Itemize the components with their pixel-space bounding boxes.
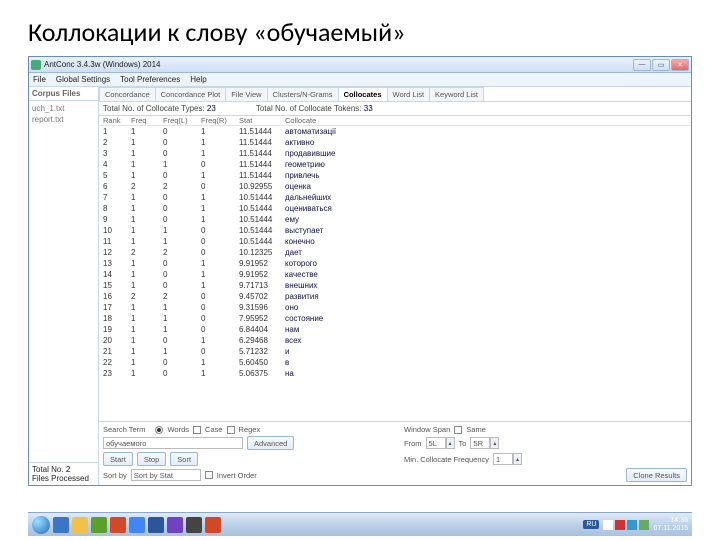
app-window: AntConc 3.4.3w (Windows) 2014 — ▭ ✕ File… <box>28 56 692 486</box>
clone-results-button[interactable]: Clone Results <box>626 468 687 482</box>
table-row[interactable]: 211105.71232и <box>103 346 687 357</box>
table-row[interactable]: 231015.06375на <box>103 368 687 379</box>
regex-checkbox[interactable] <box>227 426 235 434</box>
table-row[interactable]: 131019.91952которого <box>103 258 687 269</box>
tray-icon[interactable] <box>627 520 637 530</box>
to-input[interactable]: 5R <box>470 437 490 449</box>
min-freq-spinner[interactable]: ▴ <box>513 453 522 465</box>
words-radio[interactable] <box>155 426 163 434</box>
titlebar: AntConc 3.4.3w (Windows) 2014 — ▭ ✕ <box>29 57 691 73</box>
tray-icon[interactable] <box>603 520 613 530</box>
table-row[interactable]: 201016.29468всех <box>103 335 687 346</box>
corpus-file-list[interactable]: uch_1.txtreport.txt <box>29 101 98 462</box>
table-row[interactable]: 151019.71713внешних <box>103 280 687 291</box>
tray-icon[interactable] <box>615 520 625 530</box>
search-term-label: Search Term <box>103 425 145 434</box>
corpus-file[interactable]: report.txt <box>32 114 95 125</box>
clock[interactable]: 14:36 07.11.2015 <box>653 517 688 533</box>
stats-row: Total No. of Collocate Types: 23 Total N… <box>99 102 691 116</box>
table-row[interactable]: 1111010.51444конечно <box>103 236 687 247</box>
corpus-files-label: Corpus Files <box>32 89 95 98</box>
maximize-button[interactable]: ▭ <box>652 59 670 71</box>
taskbar-powerpoint-icon[interactable] <box>205 517 221 533</box>
menu-help[interactable]: Help <box>190 75 206 84</box>
slide-title: Коллокации к слову «обучаемый» <box>0 0 720 56</box>
same-checkbox[interactable] <box>454 426 462 434</box>
total-no-label: Total No. 2 <box>32 465 95 474</box>
tab-clusters-n-grams[interactable]: Clusters/N-Grams <box>267 87 339 101</box>
table-row[interactable]: 510111.51444привлечь <box>103 170 687 181</box>
sort-button[interactable]: Sort <box>170 452 198 466</box>
menubar: File Global Settings Tool Preferences Help <box>29 73 691 87</box>
advanced-button[interactable]: Advanced <box>247 436 294 450</box>
table-row[interactable]: 910110.51444ему <box>103 214 687 225</box>
app-icon <box>31 60 41 70</box>
from-spinner[interactable]: ▴ <box>446 437 455 449</box>
results-table[interactable]: 110111.51444автоматизації210111.51444акт… <box>99 126 691 421</box>
tool-tabs: ConcordanceConcordance PlotFile ViewClus… <box>99 87 691 102</box>
table-row[interactable]: 411011.51444геометрию <box>103 159 687 170</box>
taskbar-app-icon[interactable] <box>91 517 107 533</box>
table-row[interactable]: 221015.60450в <box>103 357 687 368</box>
tab-concordance[interactable]: Concordance <box>99 87 156 101</box>
column-headers: Rank Freq Freq(L) Freq(R) Stat Collocate <box>99 116 691 126</box>
invert-checkbox[interactable] <box>205 471 213 479</box>
taskbar-word-icon[interactable] <box>148 517 164 533</box>
taskbar-explorer-icon[interactable] <box>72 517 88 533</box>
table-row[interactable]: 191106.84404нам <box>103 324 687 335</box>
tab-collocates[interactable]: Collocates <box>338 87 388 101</box>
menu-file[interactable]: File <box>33 75 46 84</box>
table-row[interactable]: 710110.51444дальнейших <box>103 192 687 203</box>
table-row[interactable]: 181107.95952состояние <box>103 313 687 324</box>
table-row[interactable]: 810110.51444оцениваться <box>103 203 687 214</box>
menu-tool-preferences[interactable]: Tool Preferences <box>120 75 180 84</box>
stop-button[interactable]: Stop <box>137 452 166 466</box>
from-input[interactable]: 5L <box>426 437 446 449</box>
start-button[interactable]: Start <box>103 452 133 466</box>
tab-keyword-list[interactable]: Keyword List <box>429 87 484 101</box>
case-checkbox[interactable] <box>193 426 201 434</box>
search-input[interactable]: обучаемого <box>103 437 243 449</box>
min-freq-input[interactable]: 1 <box>493 453 513 465</box>
taskbar-ie-icon[interactable] <box>53 517 69 533</box>
controls-panel: Search Term Words Case Regex Window Span… <box>99 421 691 485</box>
taskbar-firefox-icon[interactable] <box>110 517 126 533</box>
start-orb[interactable] <box>32 516 50 534</box>
corpus-file[interactable]: uch_1.txt <box>32 103 95 114</box>
taskbar: RU 14:36 07.11.2015 <box>28 512 692 536</box>
table-row[interactable]: 141019.91952качестве <box>103 269 687 280</box>
to-spinner[interactable]: ▴ <box>490 437 499 449</box>
table-row[interactable]: 162209.45702развития <box>103 291 687 302</box>
sidebar: Corpus Files uch_1.txtreport.txt Total N… <box>29 87 99 485</box>
tab-concordance-plot[interactable]: Concordance Plot <box>155 87 227 101</box>
table-row[interactable]: 1011010.51444выступает <box>103 225 687 236</box>
table-row[interactable]: 210111.51444активно <box>103 137 687 148</box>
tray-icon[interactable] <box>639 520 649 530</box>
window-title: AntConc 3.4.3w (Windows) 2014 <box>44 60 161 69</box>
min-freq-label: Min. Collocate Frequency <box>404 455 489 464</box>
sort-by-select[interactable]: Sort by Stat <box>131 469 201 481</box>
table-row[interactable]: 171109.31596оно <box>103 302 687 313</box>
tab-file-view[interactable]: File View <box>225 87 267 101</box>
language-indicator[interactable]: RU <box>583 520 599 529</box>
window-span-label: Window Span <box>404 425 450 434</box>
minimize-button[interactable]: — <box>633 59 651 71</box>
taskbar-app2-icon[interactable] <box>167 517 183 533</box>
menu-global-settings[interactable]: Global Settings <box>56 75 110 84</box>
taskbar-chrome-icon[interactable] <box>129 517 145 533</box>
table-row[interactable]: 110111.51444автоматизації <box>103 126 687 137</box>
close-button[interactable]: ✕ <box>671 59 689 71</box>
files-processed-label: Files Processed <box>32 474 95 483</box>
tab-word-list[interactable]: Word List <box>387 87 431 101</box>
taskbar-app3-icon[interactable] <box>186 517 202 533</box>
table-row[interactable]: 622010.92955оценка <box>103 181 687 192</box>
table-row[interactable]: 310111.51444продавившие <box>103 148 687 159</box>
sort-by-label: Sort by <box>103 471 127 480</box>
table-row[interactable]: 1222010.12325дает <box>103 247 687 258</box>
